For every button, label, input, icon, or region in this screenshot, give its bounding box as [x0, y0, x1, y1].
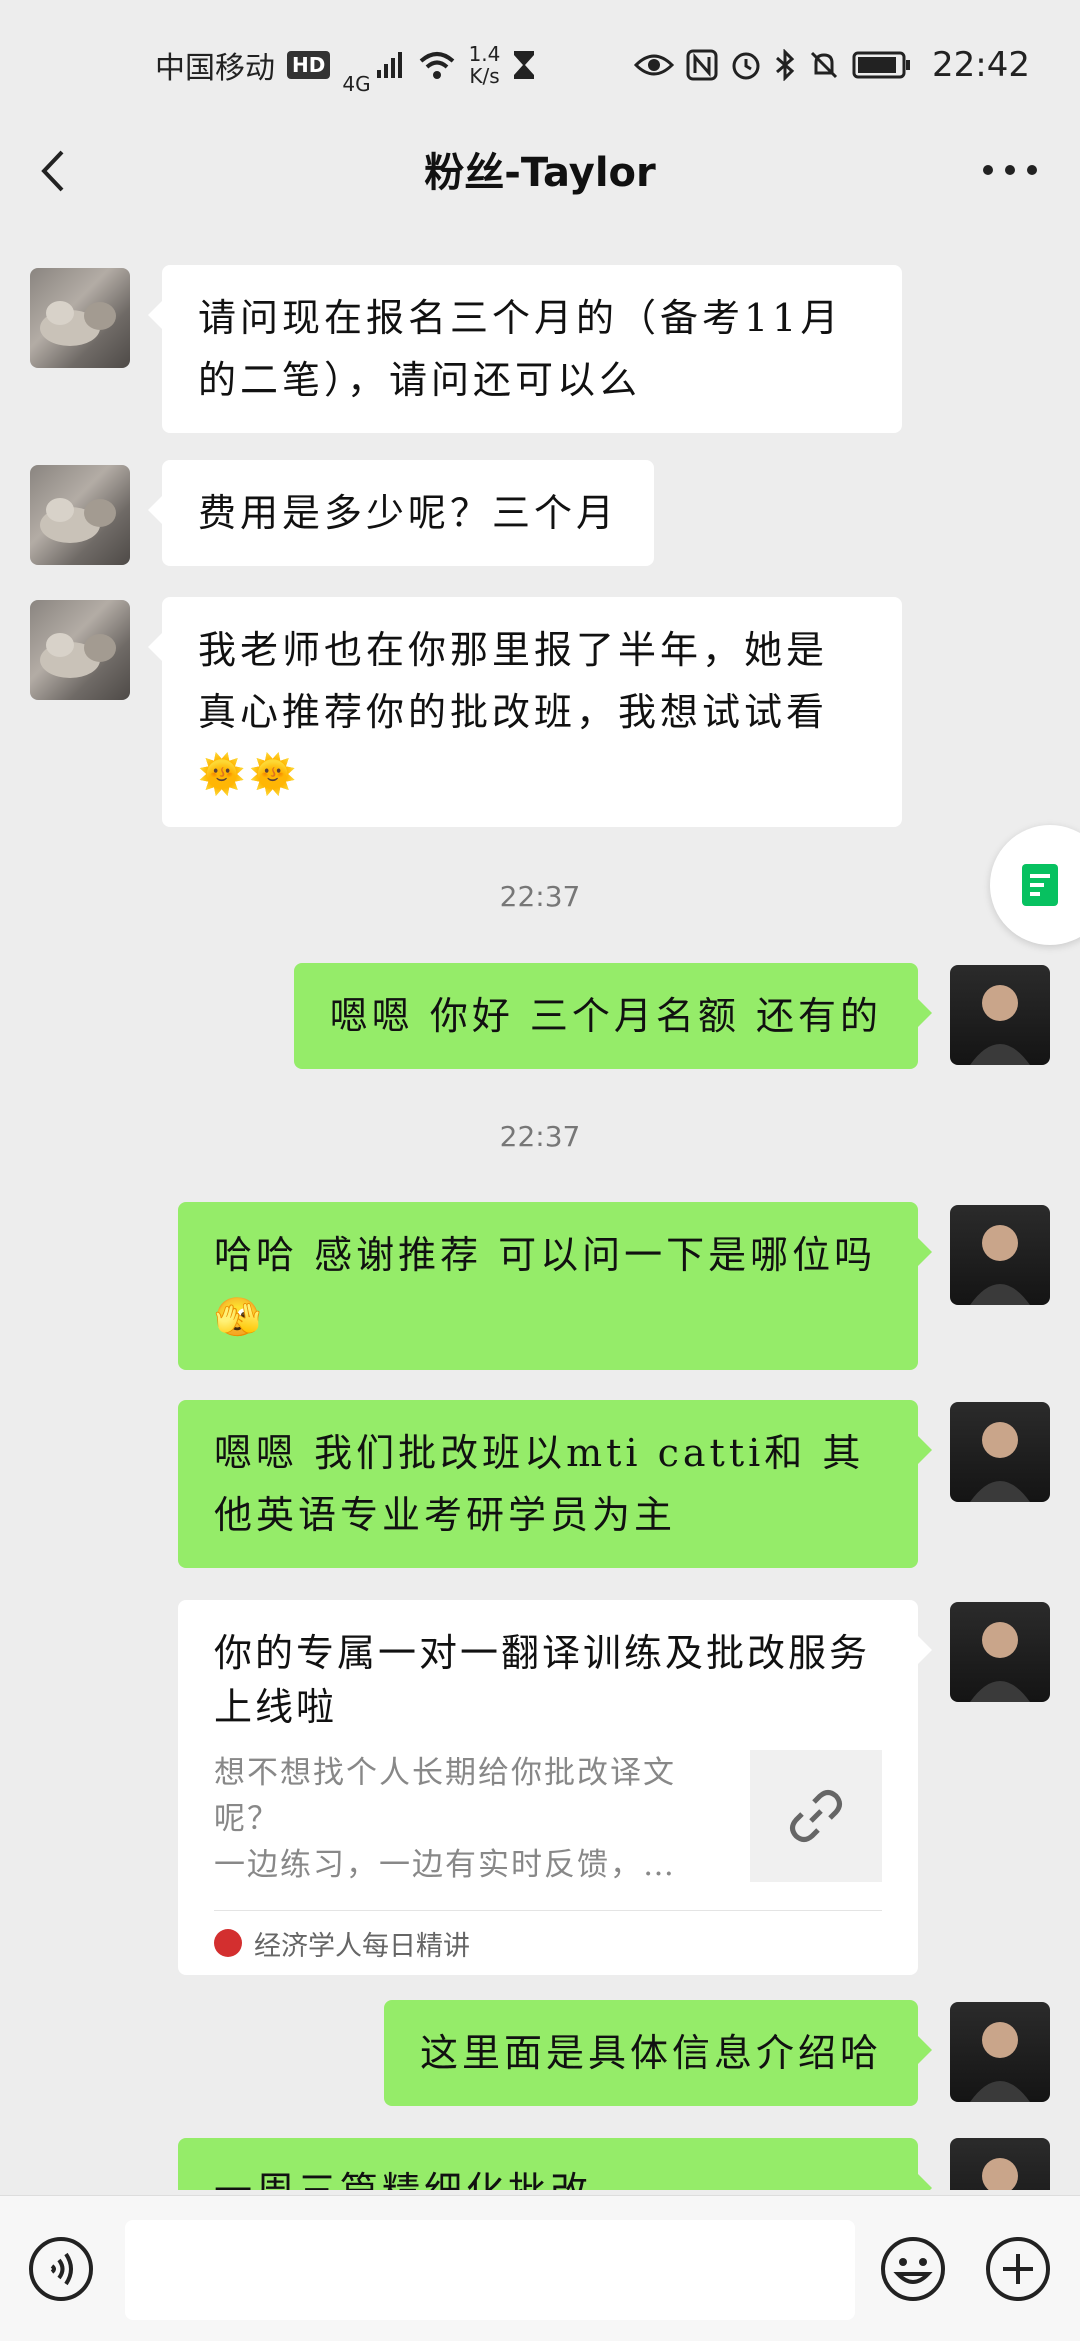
carrier-label: 中国移动: [155, 51, 275, 86]
input-bar: [0, 2195, 1080, 2341]
nfc-icon: [686, 49, 718, 81]
floating-document-button[interactable]: [990, 825, 1080, 945]
wifi-icon: [419, 52, 454, 79]
person-avatar-icon: [982, 2158, 1018, 2190]
person-avatar-icon: [970, 2022, 1030, 2102]
message-timestamp: 22:37: [499, 1120, 581, 1153]
cat-avatar-icon: [40, 498, 116, 543]
cat-avatar-icon: [40, 301, 116, 346]
message-bubble-outgoing[interactable]: 嗯嗯 你好 三个月名额 还有的: [293, 963, 933, 1069]
cat-avatar-icon: [40, 633, 116, 678]
my-avatar[interactable]: [950, 2138, 1050, 2190]
contact-avatar[interactable]: [30, 268, 130, 368]
voice-icon[interactable]: [28, 2236, 94, 2302]
more-dots-icon[interactable]: [980, 150, 1040, 190]
message-input[interactable]: [125, 2220, 855, 2320]
my-avatar[interactable]: [950, 1205, 1050, 1305]
alarm-icon: [732, 52, 760, 80]
hourglass-icon: [514, 51, 535, 79]
bluetooth-icon: [776, 49, 795, 81]
person-avatar-icon: [970, 1422, 1030, 1502]
clock-time: 22:42: [932, 45, 1030, 85]
link-card-body: 想不想找个人长期给你批改译文呢？ 一边练习，一边有实时反馈，…: [214, 1750, 882, 1888]
chat-title: 粉丝-Taylor: [424, 150, 656, 196]
status-bar: 中国移动 HD 4G 1.4 K/s 22:42: [0, 0, 1080, 130]
message-bubble-outgoing[interactable]: 哈哈 感谢推荐 可以问一下是哪位吗🫣: [178, 1202, 932, 1370]
link-card-source-name: 经济学人每日精讲: [254, 1930, 470, 1962]
message-bubble-outgoing[interactable]: 一周三篇精细化批改: [178, 2138, 932, 2190]
contact-avatar[interactable]: [30, 465, 130, 565]
contact-avatar[interactable]: [30, 600, 130, 700]
source-logo-icon: [214, 1929, 242, 1957]
signal-icon: [376, 52, 402, 78]
mute-bell-icon: [810, 51, 838, 79]
document-icon: [1022, 864, 1058, 906]
my-avatar[interactable]: [950, 2002, 1050, 2102]
battery-icon: [852, 51, 911, 79]
emoji-icon[interactable]: [880, 2236, 946, 2302]
my-avatar[interactable]: [950, 965, 1050, 1065]
eye-icon: [634, 54, 675, 76]
message-bubble-incoming[interactable]: 费用是多少呢？三个月: [147, 460, 655, 566]
message-bubble-outgoing[interactable]: 这里面是具体信息介绍哈: [383, 2000, 933, 2106]
message-bubble-incoming[interactable]: 我老师也在你那里报了半年，她是真心推荐你的批改班，我想试试看🌞🌞: [148, 597, 902, 827]
message-timestamp: 22:37: [499, 880, 581, 913]
message-bubble-incoming[interactable]: 请问现在报名三个月的（备考11月的二笔），请问还可以么: [148, 265, 902, 433]
network-speed: 1.4 K/s: [468, 42, 501, 88]
hd-badge: HD: [287, 51, 331, 79]
link-card-source: 经济学人每日精讲: [214, 1910, 882, 1975]
person-avatar-icon: [970, 1622, 1030, 1702]
link-card-description: 想不想找个人长期给你批改译文呢？ 一边练习，一边有实时反馈，…: [214, 1755, 676, 1883]
network-label: 4G: [342, 72, 371, 96]
status-left: 中国移动 HD 4G 1.4 K/s: [155, 34, 536, 96]
link-card-title: 你的专属一对一翻译训练及批改服务上线啦: [214, 1631, 871, 1729]
plus-icon[interactable]: [985, 2236, 1051, 2302]
message-bubble-outgoing[interactable]: 嗯嗯 我们批改班以mti catti和 其他英语专业考研学员为主: [178, 1400, 932, 1568]
link-card-thumbnail: [750, 1750, 882, 1882]
chat-header: 粉丝-Taylor: [0, 130, 1080, 210]
chat-messages[interactable]: 请问现在报名三个月的（备考11月的二笔），请问还可以么 费用是多少呢？三个月 我…: [0, 240, 1080, 2190]
my-avatar[interactable]: [950, 1602, 1050, 1702]
person-avatar-icon: [970, 985, 1030, 1065]
link-card[interactable]: 你的专属一对一翻译训练及批改服务上线啦 想不想找个人长期给你批改译文呢？ 一边练…: [178, 1600, 932, 1975]
person-avatar-icon: [970, 1225, 1030, 1305]
my-avatar[interactable]: [950, 1402, 1050, 1502]
status-right: 22:42: [634, 45, 1030, 85]
link-icon: [790, 1790, 842, 1842]
